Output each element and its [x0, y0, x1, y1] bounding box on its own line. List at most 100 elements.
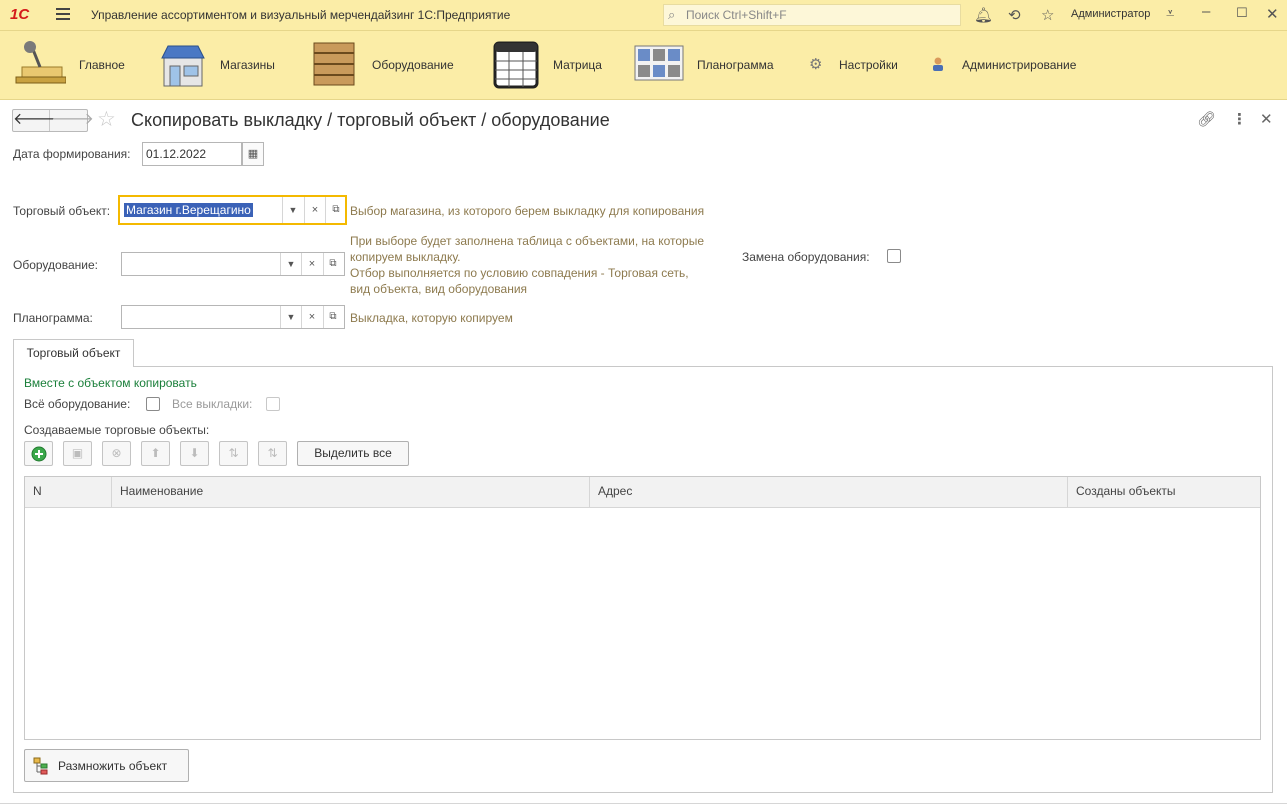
move-up-button[interactable]: ⬆: [141, 441, 170, 466]
equipment-field[interactable]: ▼ × ⧉: [121, 252, 345, 276]
section-label: Матрица: [553, 58, 602, 72]
more-actions-icon[interactable]: ⋮: [1232, 110, 1247, 128]
history-icon[interactable]: ⟲: [1008, 6, 1021, 24]
shelving-icon: [313, 42, 355, 86]
user-name[interactable]: Администратор: [1071, 8, 1150, 20]
clear-icon[interactable]: ×: [304, 197, 326, 223]
section-matrix[interactable]: Матрица: [493, 31, 613, 100]
copy-icon: ▣: [71, 446, 84, 460]
search-input[interactable]: ⌕ Поиск Ctrl+Shift+F: [663, 4, 961, 26]
maximize-icon[interactable]: ☐: [1236, 5, 1248, 21]
section-administration[interactable]: Администрирование: [930, 31, 1090, 100]
favorite-star-icon[interactable]: ☆: [97, 107, 116, 132]
1c-logo: 1С: [10, 6, 30, 23]
replace-equipment-label: Замена оборудования:: [742, 250, 870, 264]
form-title: Скопировать выкладку / торговый объект /…: [131, 110, 610, 130]
link-icon[interactable]: 🔗︎: [1197, 110, 1216, 128]
open-icon[interactable]: ⧉: [325, 197, 347, 223]
hint-line: вид объекта, вид оборудования: [350, 282, 528, 296]
all-layouts-checkbox[interactable]: [266, 397, 280, 411]
multiply-object-button[interactable]: Размножить объект: [24, 749, 189, 782]
open-icon[interactable]: ⧉: [322, 306, 344, 328]
hint-line: При выборе будет заполнена таблица с объ…: [350, 234, 704, 248]
store-icon: [161, 45, 205, 87]
form-area: 🡐 🡒 ☆ Скопировать выкладку / торговый об…: [0, 100, 1287, 807]
planogram-icon: [634, 45, 684, 81]
select-all-button[interactable]: Выделить все: [297, 441, 409, 466]
sections-panel: Главное Магазины Оборудование Матрица Пл…: [0, 31, 1287, 100]
planogram-label: Планограмма:: [13, 311, 93, 325]
section-stores[interactable]: Магазины: [160, 31, 290, 100]
section-equipment[interactable]: Оборудование: [312, 31, 472, 100]
dropdown-arrow-icon[interactable]: ▼: [280, 306, 302, 328]
bell-icon[interactable]: 🔔︎: [974, 6, 993, 24]
sort-ascending-icon: ⇅: [228, 446, 239, 460]
date-value: 01.12.2022: [146, 147, 207, 161]
arrow-down-icon: ⬇: [189, 446, 200, 460]
admin-user-icon: [933, 57, 943, 71]
equipment-hint: При выборе будет заполнена таблица с объ…: [350, 233, 704, 297]
date-field[interactable]: 01.12.2022: [142, 142, 242, 166]
planogram-hint: Выкладка, которую копируем: [350, 311, 513, 325]
forward-arrow-icon[interactable]: 🡒: [51, 110, 94, 131]
clear-icon[interactable]: ×: [301, 253, 323, 275]
column-header-address[interactable]: Адрес: [590, 477, 1068, 508]
section-label: Настройки: [839, 58, 898, 72]
section-label: Администрирование: [962, 58, 1077, 72]
title-bar: 1С Управление ассортиментом и визуальный…: [0, 0, 1287, 31]
replace-equipment-checkbox[interactable]: [887, 249, 901, 263]
section-main[interactable]: Главное: [14, 31, 134, 100]
favorites-star-icon[interactable]: ☆: [1041, 6, 1054, 24]
close-window-icon[interactable]: ✕: [1266, 5, 1279, 23]
delete-button[interactable]: ⊗: [102, 441, 131, 466]
clear-icon[interactable]: ×: [301, 306, 323, 328]
delete-icon: ⊗: [111, 446, 122, 460]
column-header-n[interactable]: N: [25, 477, 112, 508]
trade-object-field[interactable]: Магазин г.Верещагино ▼ × ⧉: [118, 195, 347, 225]
table-header: N Наименование Адрес Созданы объекты: [25, 477, 1260, 508]
back-arrow-icon[interactable]: 🡐: [13, 110, 56, 131]
search-placeholder: Поиск Ctrl+Shift+F: [686, 8, 787, 22]
section-settings[interactable]: ⚙ Настройки: [807, 31, 907, 100]
arrow-up-icon: ⬆: [150, 446, 161, 460]
hint-line: копируем выкладку.: [350, 250, 461, 264]
section-label: Планограмма: [697, 58, 774, 72]
multiply-object-label: Размножить объект: [58, 759, 168, 773]
trade-object-label: Торговый объект:: [13, 204, 111, 218]
all-equipment-checkbox[interactable]: [146, 397, 160, 411]
all-equipment-label: Всё оборудование:: [24, 397, 131, 411]
created-objects-label: Создаваемые торговые объекты:: [24, 423, 210, 437]
sort-asc-button[interactable]: ⇅: [219, 441, 248, 466]
column-header-name[interactable]: Наименование: [112, 477, 590, 508]
nav-buttons: 🡐 🡒: [12, 109, 94, 132]
column-header-created[interactable]: Созданы объекты: [1068, 477, 1260, 508]
open-icon[interactable]: ⧉: [322, 253, 344, 275]
minimize-icon[interactable]: –: [1202, 3, 1210, 20]
main-menu-icon[interactable]: [56, 8, 70, 23]
dropdown-arrow-icon[interactable]: ▼: [280, 253, 302, 275]
move-down-button[interactable]: ⬇: [180, 441, 209, 466]
hint-line: Отбор выполняется по условию совпадения …: [350, 266, 689, 280]
gear-icon: ⚙: [809, 56, 823, 73]
dropdown-arrow-icon[interactable]: ▼: [282, 197, 304, 223]
planogram-field[interactable]: ▼ × ⧉: [121, 305, 345, 329]
desk-lamp-icon: [15, 41, 66, 84]
app-title: Управление ассортиментом и визуальный ме…: [91, 8, 511, 22]
trade-object-value: Магазин г.Верещагино: [124, 203, 253, 217]
tab-trade-object[interactable]: Торговый объект: [13, 339, 134, 367]
section-label: Магазины: [220, 58, 275, 72]
copy-group-title: Вместе с объектом копировать: [24, 376, 197, 390]
bottom-divider: [0, 803, 1287, 807]
add-button[interactable]: [24, 441, 53, 466]
objects-table[interactable]: N Наименование Адрес Созданы объекты: [24, 476, 1261, 740]
sort-descending-icon: ⇅: [267, 446, 278, 460]
search-icon: ⌕: [668, 7, 676, 22]
section-planogram[interactable]: Планограмма: [634, 31, 784, 100]
sort-desc-button[interactable]: ⇅: [258, 441, 287, 466]
matrix-table-icon: [493, 41, 539, 89]
close-form-icon[interactable]: ✕: [1260, 110, 1273, 128]
calendar-icon[interactable]: ▦: [242, 142, 264, 166]
date-label: Дата формирования:: [13, 147, 131, 161]
copy-button[interactable]: ▣: [63, 441, 92, 466]
settings-menu-icon[interactable]: ⩡: [1166, 5, 1174, 22]
